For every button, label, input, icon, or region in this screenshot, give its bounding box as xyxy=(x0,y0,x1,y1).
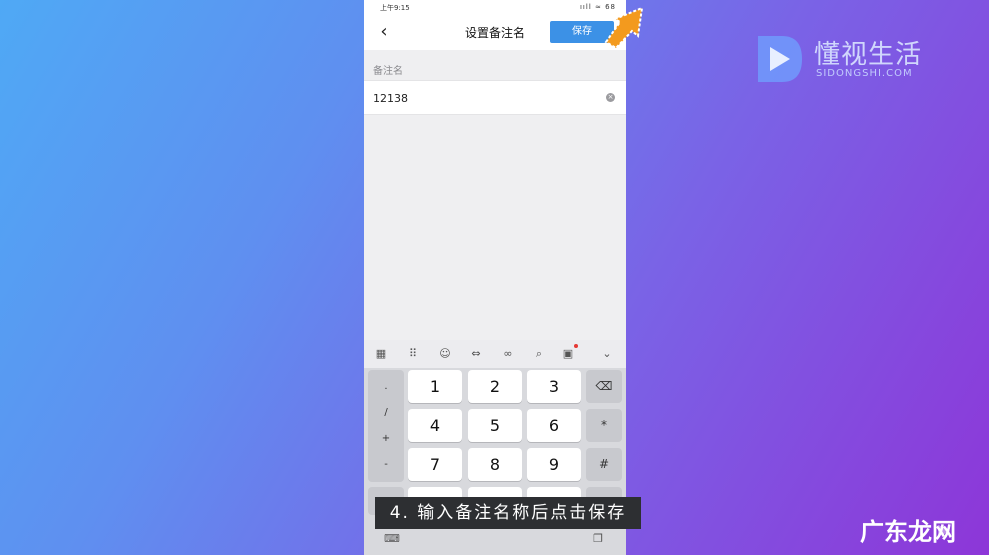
key-3[interactable]: 3 xyxy=(527,370,581,403)
hash-key[interactable]: # xyxy=(586,448,622,481)
star-key[interactable]: * xyxy=(586,409,622,442)
collapse-icon[interactable]: ⌄ xyxy=(599,346,615,362)
nav-bar: ‹ 设置备注名 保存 xyxy=(364,14,626,50)
symbol-key[interactable]: - xyxy=(368,454,404,476)
watermark-subtitle: SIDONGSHI.COM xyxy=(816,68,913,79)
watermark-bottom-logo-icon: ▶ xyxy=(938,520,951,539)
link-icon[interactable]: ∞ xyxy=(500,346,516,362)
keypad-icon[interactable]: ⠿ xyxy=(405,346,421,362)
key-1[interactable]: 1 xyxy=(408,370,462,403)
key-4[interactable]: 4 xyxy=(408,409,462,442)
notification-dot xyxy=(574,344,578,348)
play-logo-icon xyxy=(758,36,802,82)
emoji-icon[interactable]: ☺ xyxy=(437,346,453,362)
symbol-column: . / + - xyxy=(368,370,404,482)
symbol-key[interactable]: / xyxy=(368,402,404,424)
key-5[interactable]: 5 xyxy=(468,409,522,442)
keyboard-icon[interactable]: ⌨ xyxy=(384,531,400,547)
phone-screen: 上午9:15 ııll ≈ 68 ‹ 设置备注名 保存 备注名 × ▦ ⠿ ☺ … xyxy=(364,0,626,555)
watermark-title: 懂视生活 xyxy=(814,40,923,70)
remark-label: 备注名 xyxy=(373,66,403,77)
pointer-arrow-icon xyxy=(604,6,644,50)
clipboard-icon[interactable]: ▣ xyxy=(560,346,576,362)
keyboard-bottom-bar: ⌨ ❐ xyxy=(364,527,626,555)
remark-field-row: × xyxy=(364,80,626,115)
keyboard-toolbar: ▦ ⠿ ☺ ⇔ ∞ ⌕ ▣ ⌄ xyxy=(364,340,626,368)
tutorial-caption: 4. 输入备注名称后点击保存 xyxy=(375,497,641,529)
grid-icon[interactable]: ▦ xyxy=(373,346,389,362)
status-time: 上午9:15 xyxy=(380,4,410,12)
symbol-key[interactable]: . xyxy=(368,376,404,398)
cursor-icon[interactable]: ⇔ xyxy=(468,346,484,362)
status-bar: 上午9:15 ııll ≈ 68 xyxy=(364,0,626,14)
symbol-key[interactable]: + xyxy=(368,428,404,450)
search-icon[interactable]: ⌕ xyxy=(531,346,547,362)
key-7[interactable]: 7 xyxy=(408,448,462,481)
key-2[interactable]: 2 xyxy=(468,370,522,403)
key-8[interactable]: 8 xyxy=(468,448,522,481)
key-9[interactable]: 9 xyxy=(527,448,581,481)
clear-icon[interactable]: × xyxy=(606,93,615,102)
clipboard-icon[interactable]: ❐ xyxy=(590,531,606,547)
remark-input[interactable] xyxy=(373,89,593,107)
backspace-key[interactable]: ⌫ xyxy=(586,370,622,403)
key-6[interactable]: 6 xyxy=(527,409,581,442)
watermark-logo: 懂视生活 SIDONGSHI.COM xyxy=(752,30,952,90)
